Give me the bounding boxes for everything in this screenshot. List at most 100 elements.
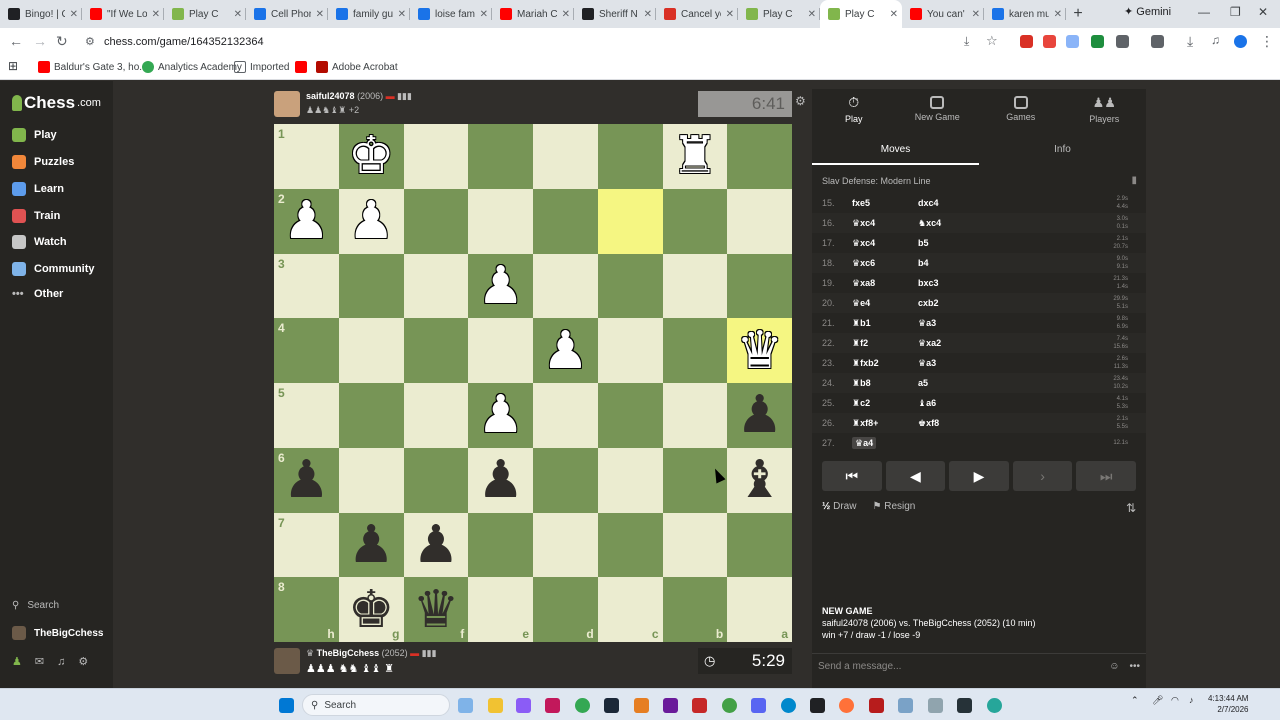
chat-input[interactable]: Send a message... ☺ ••• [812,653,1146,679]
taskbar-app-icon[interactable] [545,698,560,713]
board-square[interactable] [338,318,404,383]
white-piece-icon[interactable]: ♟ [533,318,598,383]
board-square[interactable]: ♟ [727,383,792,448]
board-square[interactable]: 3 [274,253,339,319]
white-move[interactable]: ♛xc4 [852,238,918,249]
tab-close-icon[interactable]: ✕ [1054,9,1062,20]
previous-move-button[interactable]: ◀ [885,461,946,491]
white-move[interactable]: ♜b1 [852,318,918,329]
white-piece-icon[interactable]: ♟ [339,189,404,254]
media-icon[interactable]: ♫ [1211,33,1220,47]
board-square[interactable]: ♛ [727,318,792,383]
board-square[interactable] [727,253,792,319]
draw-button[interactable]: ½ Draw [822,501,856,512]
board-square[interactable] [533,124,598,189]
black-move[interactable]: bxc3 [918,278,984,288]
browser-tab[interactable]: Cancel yo ✕ [656,0,738,28]
board-square[interactable]: ♜ [662,124,728,189]
sidebar-search[interactable]: ⚲ Search [12,600,59,611]
emoji-icon[interactable]: ☺ [1109,661,1119,672]
extension-icon[interactable] [1091,35,1104,48]
black-piece-icon[interactable]: ♟ [339,513,404,578]
reload-icon[interactable]: ↻ [56,33,68,50]
board-square[interactable] [597,447,663,513]
black-move[interactable]: ♞xc4 [918,218,984,229]
microphone-icon[interactable]: 🎤︎ [1152,695,1163,706]
taskbar-app-icon[interactable] [458,698,473,713]
avatar[interactable] [274,91,300,117]
sidebar-item-play[interactable]: Play [12,128,57,142]
black-move[interactable]: b4 [918,258,984,268]
back-icon[interactable]: ← [9,33,23,49]
board-square[interactable] [403,383,469,448]
tab-play[interactable]: ⏱ Play [812,89,896,129]
filezilla-icon[interactable] [869,698,884,713]
white-move[interactable]: ♜b8 [852,378,918,389]
white-piece-icon[interactable]: ♛ [727,318,792,383]
trash-icon[interactable]: ▮ [1131,175,1137,186]
steam-icon[interactable] [604,698,619,713]
white-move[interactable]: ♛xc4 [852,218,918,229]
bookmark-item[interactable] [295,61,307,73]
url-field[interactable]: chess.com/game/164352132364 [104,36,264,48]
board-square[interactable] [468,188,533,254]
extensions-puzzle-icon[interactable] [1116,35,1129,48]
board-square[interactable] [533,188,598,254]
taskbar-app-icon[interactable] [663,698,678,713]
sidebar-item-community[interactable]: Community [12,262,95,276]
board-square[interactable]: b [662,577,728,642]
tab-close-icon[interactable]: ✕ [562,9,570,20]
tab-close-icon[interactable]: ✕ [480,9,488,20]
chrome-icon[interactable] [722,698,737,713]
board-square[interactable]: e [468,577,533,642]
board-square[interactable] [403,188,469,254]
black-move[interactable]: a5 [918,378,984,388]
tab-close-icon[interactable]: ✕ [234,9,242,20]
board-square[interactable] [662,383,728,448]
black-move[interactable]: ♛xa2 [918,338,984,349]
install-app-icon[interactable]: ⤓ [964,34,969,49]
avatar[interactable] [274,648,300,674]
board-square[interactable] [403,253,469,319]
subtab-moves[interactable]: Moves [812,137,979,165]
browser-tab[interactable]: "If We Lo ✕ [82,0,164,28]
next-move-button[interactable]: › [1012,461,1073,491]
board-square[interactable] [662,253,728,319]
board-square[interactable] [338,253,404,319]
browser-tab[interactable]: You can' ✕ [902,0,984,28]
board-square[interactable] [338,447,404,513]
board-square[interactable]: ♟ [468,383,533,448]
bell-icon[interactable]: ♫ [57,656,65,668]
board-square[interactable] [403,447,469,513]
taskbar-search[interactable]: ⚲ Search [302,694,450,716]
sidebar-profile[interactable]: TheBigCchess [12,626,103,640]
player-name[interactable]: TheBigCchess [317,648,380,658]
tab-close-icon[interactable]: ✕ [890,9,898,20]
tab-close-icon[interactable]: ✕ [644,9,652,20]
windows-start-icon[interactable] [279,698,294,713]
black-move[interactable]: ♛a3 [918,358,984,369]
taskbar-app-icon[interactable] [810,698,825,713]
white-move[interactable]: ♛a4 [852,436,918,449]
board-square[interactable] [662,188,728,254]
bookmark-star-icon[interactable]: ☆ [986,33,998,49]
folder-icon[interactable] [488,698,503,713]
bookmark-item[interactable]: Adobe Acrobat [316,61,398,73]
board-square[interactable]: 6 ♟ [274,447,339,513]
white-piece-icon[interactable]: ♟ [468,254,533,319]
tab-close-icon[interactable]: ✕ [316,9,324,20]
board-square[interactable] [533,447,598,513]
browser-tab[interactable]: Mariah C ✕ [492,0,574,28]
black-piece-icon[interactable]: ♚ [339,577,404,642]
board-square[interactable]: ♟ [533,318,598,383]
taskbar-app-icon[interactable] [516,698,531,713]
taskbar-app-icon[interactable] [692,698,707,713]
extension-icon[interactable] [1043,35,1056,48]
play-moves-button[interactable]: ▶ [949,461,1009,491]
white-piece-icon[interactable]: ♚ [339,124,404,189]
browser-tab[interactable]: loise fam ✕ [410,0,492,28]
sidepanel-icon[interactable] [1151,35,1164,48]
player-name[interactable]: saiful24078 [306,91,355,101]
board-square[interactable]: a [727,577,792,642]
tab-games[interactable]: Games [979,89,1063,129]
